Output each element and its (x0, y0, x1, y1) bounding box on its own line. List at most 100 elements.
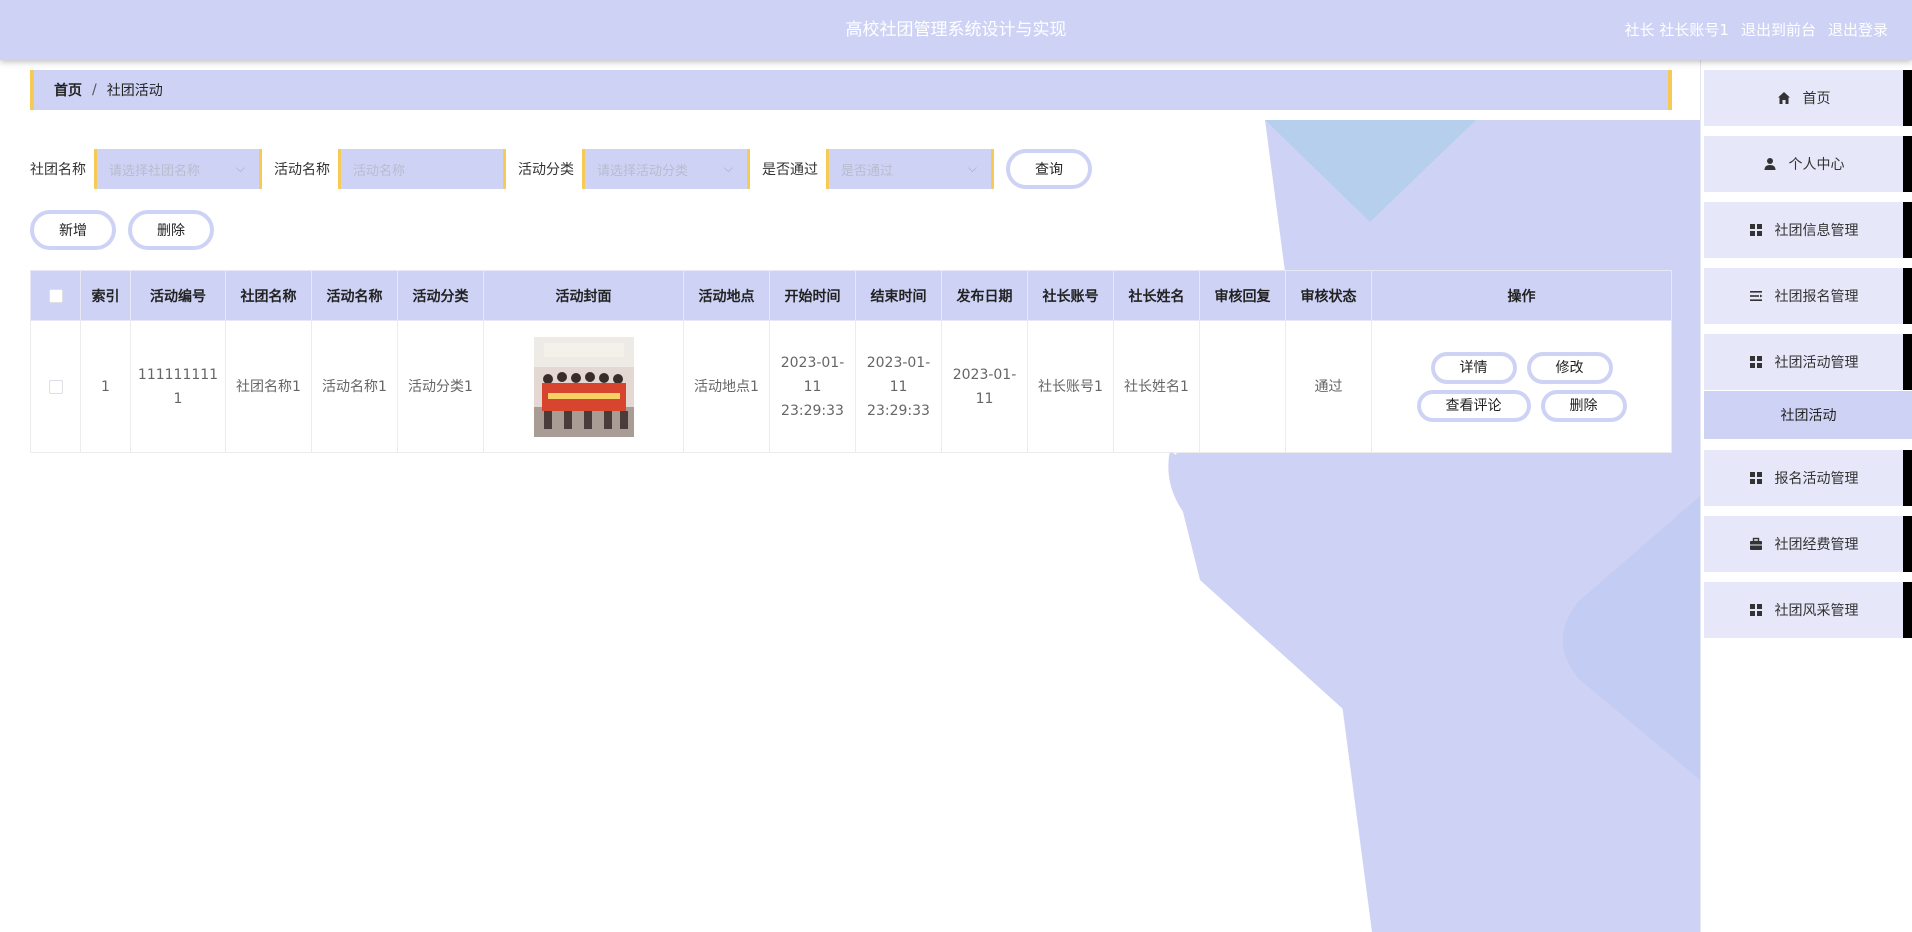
col-header: 结束时间 (855, 270, 942, 321)
is-passed-select[interactable]: 是否通过 ⌵ (826, 149, 994, 189)
grid-icon (1749, 472, 1762, 484)
batch-delete-button[interactable]: 删除 (128, 210, 214, 250)
is-passed-label: 是否通过 (762, 162, 818, 178)
sidebar-item-home[interactable]: 首页 (1704, 70, 1912, 126)
query-button[interactable]: 查询 (1006, 149, 1092, 189)
col-header: 审核回复 (1199, 270, 1286, 321)
col-header: 社长姓名 (1113, 270, 1200, 321)
user-icon (1764, 158, 1775, 170)
sidebar-item-activity-signup[interactable]: 报名活动管理 (1704, 450, 1912, 506)
grid-icon (1749, 224, 1762, 236)
col-header: 审核状态 (1285, 270, 1372, 321)
cell-category: 活动分类1 (397, 320, 484, 453)
sidebar-item-club-info[interactable]: 社团信息管理 (1704, 202, 1912, 258)
cell-leader-name: 社长姓名1 (1113, 320, 1200, 453)
search-bar: 社团名称 请选择社团名称 ⌵ 活动名称 活动名称 活动分类 请选择活动分类 ⌵ … (30, 148, 1092, 190)
sidebar-item-label: 首页 (1802, 91, 1831, 107)
sidebar-item-club-showcase[interactable]: 社团风采管理 (1704, 582, 1912, 638)
club-name-select[interactable]: 请选择社团名称 ⌵ (94, 149, 262, 189)
detail-button[interactable]: 详情 (1430, 351, 1517, 384)
club-name-placeholder: 请选择社团名称 (109, 163, 201, 179)
sidebar-item-label: 社团报名管理 (1774, 289, 1859, 305)
cell-review-reply (1199, 320, 1286, 453)
chevron-down-icon: ⌵ (723, 161, 733, 175)
col-header: 活动封面 (483, 270, 684, 321)
cell-leader-account: 社长账号1 (1027, 320, 1114, 453)
sidebar-item-edge (1903, 136, 1912, 192)
briefcase-icon (1749, 537, 1762, 550)
col-header: 操作 (1371, 270, 1672, 321)
col-header: 社团名称 (225, 270, 312, 321)
list-icon (1749, 291, 1762, 301)
cell-location: 活动地点1 (683, 320, 770, 453)
cell-review-status: 通过 (1285, 320, 1372, 453)
activity-table: 索引 活动编号 社团名称 活动名称 活动分类 活动封面 活动地点 开始时间 结束… (30, 270, 1672, 453)
breadcrumb: 首页 / 社团活动 (30, 70, 1672, 110)
cell-index: 1 (80, 320, 131, 453)
cell-activity-name: 活动名称1 (311, 320, 398, 453)
chevron-down-icon: ⌵ (235, 161, 245, 175)
col-header: 活动地点 (683, 270, 770, 321)
cell-activity-no: 1111111111 (130, 320, 226, 453)
sidebar-item-label: 社团信息管理 (1774, 223, 1859, 239)
breadcrumb-current: 社团活动 (106, 83, 163, 99)
row-operations: 详情 修改 查看评论 删除 (1378, 351, 1665, 422)
club-name-label: 社团名称 (30, 162, 86, 178)
main-content: 首页 / 社团活动 社团名称 请选择社团名称 ⌵ 活动名称 活动名称 活动分类 … (0, 60, 1700, 932)
sidebar-item-profile[interactable]: 个人中心 (1704, 136, 1912, 192)
exit-to-front-link[interactable]: 退出到前台 (1741, 0, 1816, 60)
table-row: 1 1111111111 社团名称1 活动名称1 活动分类1 活动地点1 202… (30, 320, 1672, 453)
user-account: 社长账号1 (1659, 21, 1729, 39)
row-select-cell (30, 320, 81, 453)
row-delete-button[interactable]: 删除 (1540, 389, 1627, 422)
logout-link[interactable]: 退出登录 (1828, 0, 1888, 60)
user-info: 社长 社长账号1 (1625, 0, 1729, 60)
row-checkbox[interactable] (48, 379, 63, 394)
sidebar-item-label: 社团经费管理 (1774, 537, 1859, 553)
col-header: 索引 (80, 270, 131, 321)
cell-operations: 详情 修改 查看评论 删除 (1371, 320, 1672, 453)
select-all-checkbox[interactable] (48, 288, 63, 303)
activity-cover-image[interactable] (533, 336, 634, 437)
activity-name-input[interactable]: 活动名称 (338, 149, 506, 189)
sidebar-item-edge (1903, 582, 1912, 638)
col-header: 活动编号 (130, 270, 226, 321)
ops-line: 查看评论 删除 (1416, 389, 1627, 422)
user-role: 社长 (1624, 21, 1655, 39)
sidebar-item-club-funds[interactable]: 社团经费管理 (1704, 516, 1912, 572)
select-all-header (30, 270, 81, 321)
table-header-row: 索引 活动编号 社团名称 活动名称 活动分类 活动封面 活动地点 开始时间 结束… (30, 270, 1672, 321)
sidebar-item-edge (1903, 202, 1912, 258)
sidebar-menu: 首页 个人中心 社团信息管理 社团报名管理 社团活动管理 社团活动 报名活动管理… (1700, 60, 1912, 932)
breadcrumb-separator: / (92, 82, 97, 98)
is-passed-placeholder: 是否通过 (841, 163, 894, 179)
add-button[interactable]: 新增 (30, 210, 116, 250)
activity-category-label: 活动分类 (518, 162, 574, 178)
sidebar-item-edge (1903, 334, 1912, 390)
edit-button[interactable]: 修改 (1526, 351, 1613, 384)
col-header: 社长账号 (1027, 270, 1114, 321)
sidebar-item-club-signup[interactable]: 社团报名管理 (1704, 268, 1912, 324)
breadcrumb-home[interactable]: 首页 (54, 80, 82, 100)
cell-start-time: 2023-01-11 23:29:33 (769, 320, 856, 453)
sidebar-item-label: 报名活动管理 (1774, 471, 1859, 487)
sidebar-item-edge (1903, 268, 1912, 324)
cell-publish-date: 2023-01-11 (941, 320, 1028, 453)
col-header: 发布日期 (941, 270, 1028, 321)
view-comments-button[interactable]: 查看评论 (1416, 389, 1531, 422)
sidebar-item-edge (1903, 450, 1912, 506)
chevron-down-icon: ⌵ (967, 161, 977, 175)
col-header: 开始时间 (769, 270, 856, 321)
sidebar-subitem-club-activity[interactable]: 社团活动 (1704, 391, 1912, 439)
action-buttons: 新增 删除 (30, 210, 214, 250)
cell-end-time: 2023-01-11 23:29:33 (855, 320, 942, 453)
cell-cover (483, 320, 684, 453)
sidebar-item-label: 社团风采管理 (1774, 603, 1859, 619)
col-header: 活动分类 (397, 270, 484, 321)
activity-category-select[interactable]: 请选择活动分类 ⌵ (582, 149, 750, 189)
cell-club-name: 社团名称1 (225, 320, 312, 453)
activity-name-placeholder: 活动名称 (353, 163, 406, 179)
sidebar-item-club-activity[interactable]: 社团活动管理 (1704, 334, 1912, 390)
grid-icon (1749, 356, 1762, 368)
col-header: 活动名称 (311, 270, 398, 321)
